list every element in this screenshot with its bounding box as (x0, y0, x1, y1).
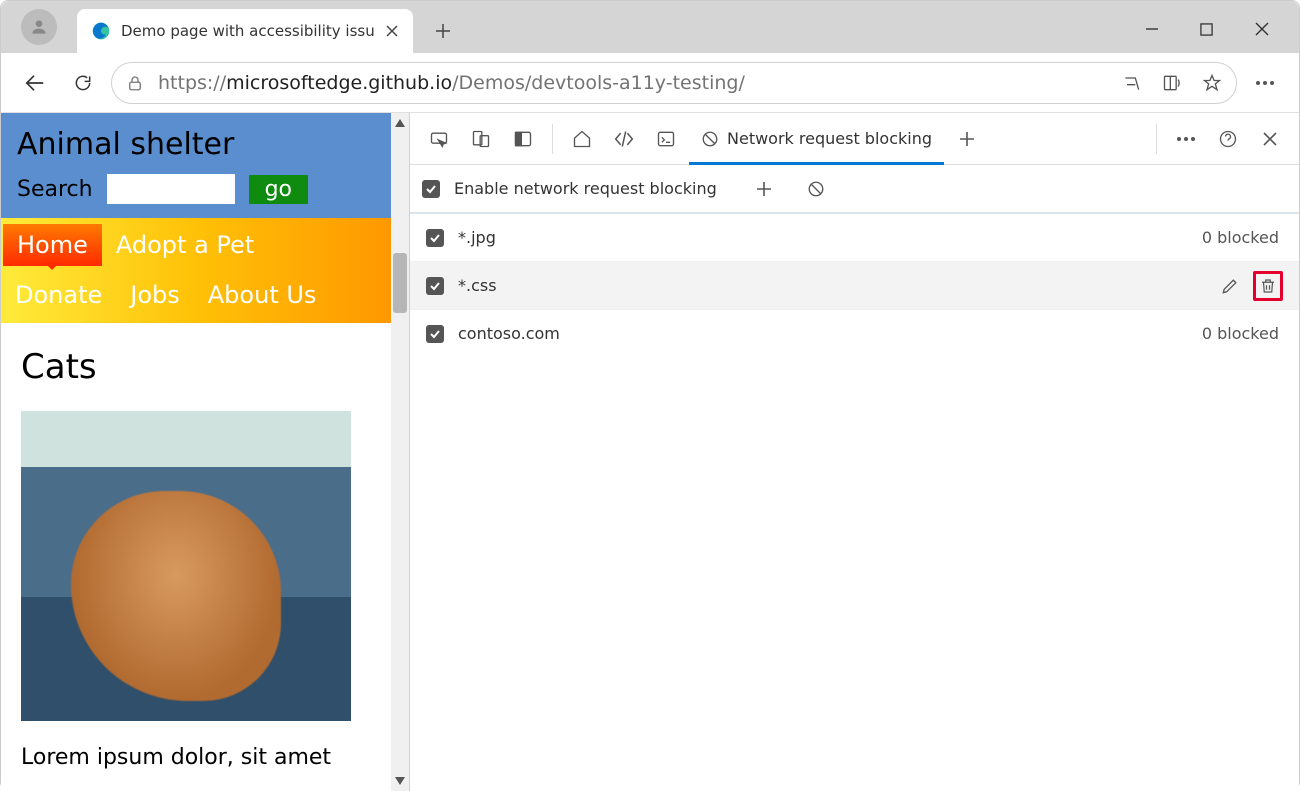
cat-photo (21, 411, 351, 721)
page-header: Animal shelter Search go (1, 113, 391, 218)
browser-toolbar: https://microsoftedge.github.io/Demos/de… (1, 53, 1299, 113)
search-go-button[interactable]: go (249, 175, 308, 204)
edit-pattern-button[interactable] (1215, 271, 1245, 301)
add-pattern-button[interactable] (745, 170, 783, 208)
tab-label: Network request blocking (727, 129, 932, 148)
device-toggle-button[interactable] (462, 120, 500, 158)
tab-welcome[interactable] (563, 120, 601, 158)
nav-jobs[interactable]: Jobs (116, 274, 194, 316)
devtools-tabbar: Network request blocking (410, 113, 1299, 165)
favorite-button[interactable] (1202, 73, 1222, 93)
main-nav: Home Adopt a Pet Donate Jobs About Us (1, 218, 391, 323)
lock-icon (126, 74, 144, 92)
devtools-menu-button[interactable] (1167, 120, 1205, 158)
blocking-toolbar: Enable network request blocking (410, 165, 1299, 213)
url-scheme: https:// (158, 72, 226, 94)
scroll-up-icon[interactable] (391, 113, 409, 133)
devtools-help-button[interactable] (1209, 120, 1247, 158)
nav-about[interactable]: About Us (194, 274, 331, 316)
site-title: Animal shelter (17, 127, 375, 162)
search-input[interactable] (107, 174, 235, 204)
pattern-text: *.css (458, 276, 1201, 295)
window-controls (1124, 11, 1299, 47)
block-pattern-row[interactable]: contoso.com 0 blocked (410, 309, 1299, 357)
tab-title: Demo page with accessibility issu (121, 22, 375, 40)
profile-avatar[interactable] (21, 9, 57, 45)
pattern-text: *.jpg (458, 228, 1188, 247)
enable-blocking-label: Enable network request blocking (454, 179, 717, 198)
nav-home[interactable]: Home (3, 224, 102, 266)
close-window-button[interactable] (1234, 11, 1289, 47)
lorem-text: Lorem ipsum dolor, sit amet (21, 745, 371, 770)
settings-menu-button[interactable] (1245, 63, 1285, 103)
inspect-element-button[interactable] (420, 120, 458, 158)
enable-blocking-checkbox[interactable] (422, 180, 440, 198)
pattern-checkbox[interactable] (426, 277, 444, 295)
maximize-button[interactable] (1179, 11, 1234, 47)
tab-console[interactable] (647, 120, 685, 158)
page-heading: Cats (21, 347, 371, 387)
immersive-reader-button[interactable] (1162, 73, 1182, 93)
nav-adopt[interactable]: Adopt a Pet (102, 224, 268, 266)
url-text: https://microsoftedge.github.io/Demos/de… (158, 72, 1108, 94)
blocked-count: 0 blocked (1202, 228, 1283, 247)
devtools-panel: Network request blocking Enable network … (409, 113, 1299, 791)
panel-toggle-button[interactable] (504, 120, 542, 158)
nav-donate[interactable]: Donate (1, 274, 116, 316)
scroll-down-icon[interactable] (391, 771, 409, 791)
edge-favicon (91, 21, 111, 41)
titlebar: Demo page with accessibility issu (1, 1, 1299, 53)
scroll-thumb[interactable] (393, 253, 407, 313)
back-button[interactable] (15, 63, 55, 103)
pattern-checkbox[interactable] (426, 325, 444, 343)
address-bar[interactable]: https://microsoftedge.github.io/Demos/de… (111, 62, 1237, 104)
block-pattern-row[interactable]: *.jpg 0 blocked (410, 213, 1299, 261)
blocked-count: 0 blocked (1202, 324, 1283, 343)
url-host: microsoftedge.github.io (226, 72, 452, 94)
devtools-close-button[interactable] (1251, 120, 1289, 158)
url-path: /Demos/devtools-a11y-testing/ (452, 72, 745, 94)
more-tabs-button[interactable] (948, 120, 986, 158)
read-aloud-button[interactable] (1122, 73, 1142, 93)
refresh-button[interactable] (63, 63, 103, 103)
tab-close-button[interactable] (383, 22, 401, 40)
block-pattern-list: *.jpg 0 blocked *.css contoso.com (410, 213, 1299, 357)
page-content: Animal shelter Search go Home Adopt a Pe… (1, 113, 409, 791)
remove-all-patterns-button[interactable] (797, 170, 835, 208)
block-pattern-row[interactable]: *.css (410, 261, 1299, 309)
tab-network-request-blocking[interactable]: Network request blocking (689, 113, 944, 165)
pattern-checkbox[interactable] (426, 229, 444, 247)
pattern-text: contoso.com (458, 324, 1188, 343)
page-scrollbar[interactable] (391, 113, 409, 791)
new-tab-button[interactable] (423, 11, 463, 51)
delete-pattern-button[interactable] (1253, 271, 1283, 301)
search-label: Search (17, 177, 93, 202)
minimize-button[interactable] (1124, 11, 1179, 47)
browser-tab[interactable]: Demo page with accessibility issu (77, 9, 413, 53)
tab-elements[interactable] (605, 120, 643, 158)
